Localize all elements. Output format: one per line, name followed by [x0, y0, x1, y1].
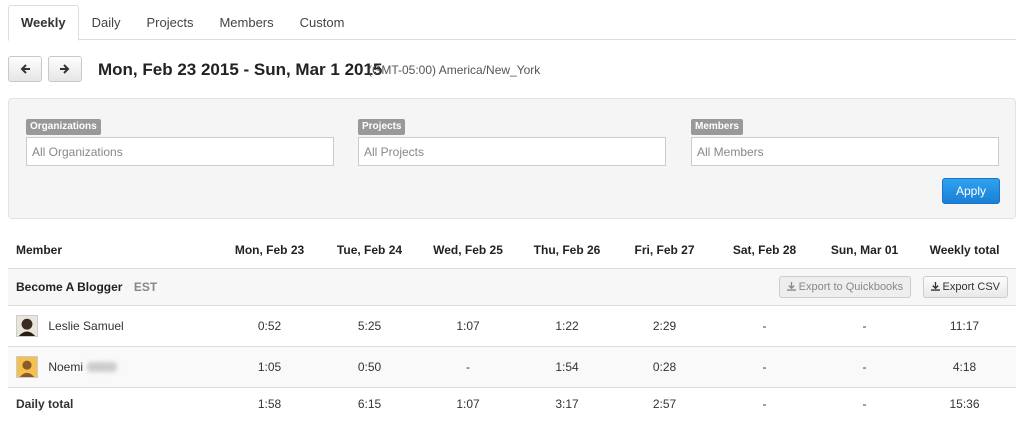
table-row: Noemi 1:05 0:50 - 1:54 0:28 - - 4:18 [8, 346, 1016, 388]
day-total-cell: 1:58 [257, 397, 282, 412]
table-header-row: Member Mon, Feb 23 Tue, Feb 24 Wed, Feb … [8, 232, 1016, 269]
filter-panel: Organizations Projects Members Apply [8, 98, 1016, 219]
day-total-cell: 2:57 [652, 397, 677, 412]
tab-projects[interactable]: Projects [133, 5, 206, 40]
day-cell: 1:54 [518, 346, 616, 388]
export-csv-label: Export CSV [942, 280, 1000, 293]
day-cell: - [418, 346, 518, 388]
day-total-cell: 3:17 [555, 397, 579, 412]
day-cell: 5:25 [321, 305, 418, 347]
day-total-cell: - [762, 397, 767, 412]
next-week-button[interactable] [48, 56, 82, 82]
day-cell: - [816, 305, 913, 347]
export-quickbooks-button[interactable]: Export to Quickbooks [778, 275, 912, 298]
members-label: Members [691, 119, 743, 135]
organizations-input[interactable] [26, 137, 334, 166]
avatar [16, 355, 38, 378]
previous-week-button[interactable] [8, 56, 42, 82]
weekly-total-cell: 4:18 [913, 346, 1016, 388]
download-icon [786, 281, 796, 291]
tab-custom[interactable]: Custom [287, 5, 358, 40]
export-csv-button[interactable]: Export CSV [922, 275, 1008, 298]
redacted-surname [87, 361, 118, 372]
day-cell: 1:05 [218, 346, 321, 388]
group-name: Become A Blogger [16, 279, 123, 294]
members-input[interactable] [691, 137, 999, 166]
day-total-cell: - [862, 397, 867, 412]
day-cell: 1:07 [418, 305, 518, 347]
projects-input[interactable] [358, 137, 666, 166]
column-header: Mon, Feb 23 [218, 232, 321, 269]
tab-daily[interactable]: Daily [79, 5, 134, 40]
day-cell: - [816, 346, 913, 388]
export-quickbooks-label: Export to Quickbooks [798, 280, 904, 293]
arrow-right-icon [60, 64, 70, 74]
timezone-label: (GMT-05:00) America/New_York [368, 63, 541, 77]
report-tabs: Weekly Daily Projects Members Custom [8, 5, 1016, 41]
daily-total-label: Daily total [16, 397, 74, 412]
day-cell: 0:52 [218, 305, 321, 347]
day-cell: 2:29 [616, 305, 713, 347]
organizations-label: Organizations [26, 119, 101, 135]
date-range-title: Mon, Feb 23 2015 - Sun, Mar 1 2015 [98, 60, 383, 79]
group-row: Become A Blogger EST Export to Quickbook… [8, 268, 1016, 306]
tab-members[interactable]: Members [206, 5, 286, 40]
projects-label: Projects [358, 119, 406, 135]
table-row: Leslie Samuel 0:52 5:25 1:07 1:22 2:29 -… [8, 305, 1016, 347]
daily-total-row: Daily total 1:58 6:15 1:07 3:17 2:57 - -… [8, 387, 1016, 421]
day-cell: - [713, 305, 816, 347]
member-cell: Leslie Samuel [8, 305, 218, 347]
column-header: Member [8, 232, 218, 269]
column-header: Weekly total [913, 232, 1016, 269]
day-cell: 0:28 [616, 346, 713, 388]
apply-button[interactable]: Apply [942, 178, 1000, 204]
column-header: Sun, Mar 01 [816, 232, 913, 269]
download-icon [930, 281, 940, 291]
grand-total-cell: 15:36 [949, 397, 980, 412]
weekly-total-cell: 11:17 [913, 305, 1016, 347]
group-timezone: EST [133, 279, 158, 294]
arrow-left-icon [20, 64, 30, 74]
member-cell: Noemi [8, 346, 218, 388]
member-name[interactable]: Noemi [48, 360, 83, 374]
tab-weekly[interactable]: Weekly [8, 5, 79, 41]
column-header: Fri, Feb 27 [616, 232, 713, 269]
day-cell: - [713, 346, 816, 388]
day-cell: 1:22 [518, 305, 616, 347]
weekly-report-table: Member Mon, Feb 23 Tue, Feb 24 Wed, Feb … [8, 232, 1016, 421]
column-header: Tue, Feb 24 [321, 232, 418, 269]
column-header: Sat, Feb 28 [713, 232, 816, 269]
column-header: Wed, Feb 25 [418, 232, 518, 269]
column-header: Thu, Feb 26 [518, 232, 616, 269]
day-cell: 0:50 [321, 346, 418, 388]
member-name[interactable]: Leslie Samuel [48, 319, 123, 333]
day-total-cell: 6:15 [357, 397, 382, 412]
day-total-cell: 1:07 [456, 397, 480, 412]
avatar [16, 314, 38, 337]
group-cell: Become A Blogger EST [8, 268, 616, 306]
export-actions: Export to Quickbooks Export CSV [616, 268, 1016, 306]
